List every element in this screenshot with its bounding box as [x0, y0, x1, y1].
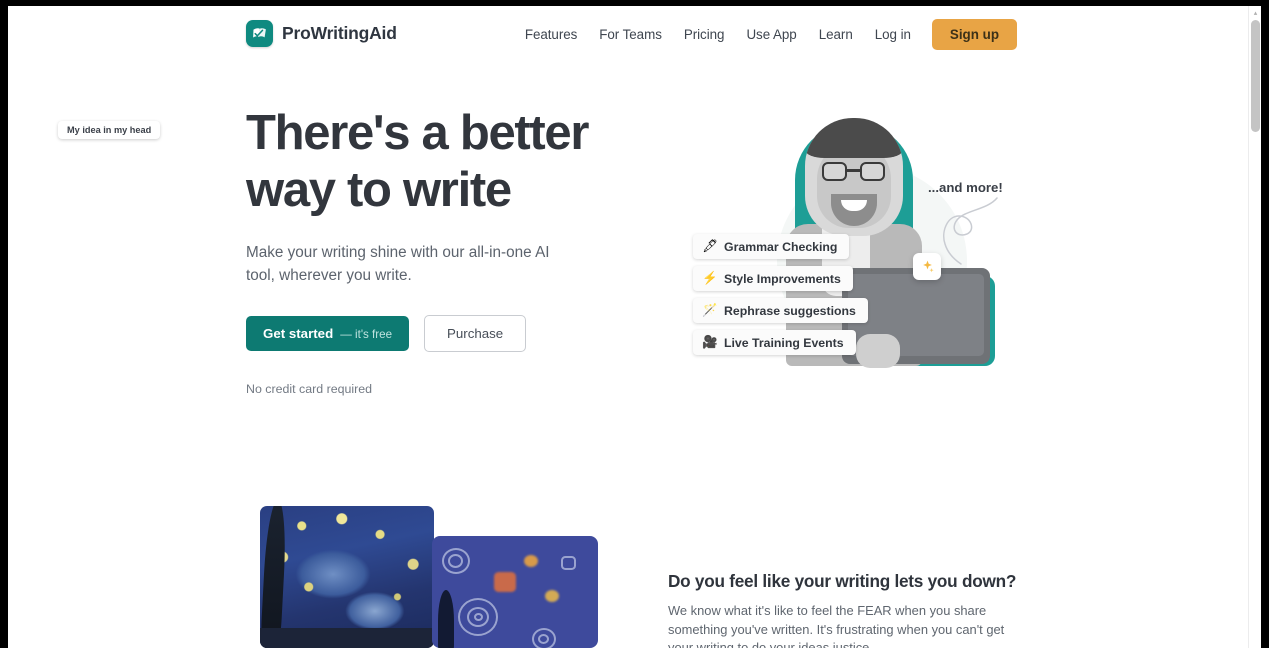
orange-blob [494, 572, 516, 592]
lightning-bolt-icon: ⚡ [702, 271, 718, 285]
chevron-up-icon[interactable]: ▴ [1252, 10, 1259, 17]
scrollbar-thumb[interactable] [1251, 20, 1260, 132]
get-started-button[interactable]: Get started — it's free [246, 316, 410, 351]
cypress-tree [260, 506, 288, 648]
hero-copy: There's a better way to write Make your … [246, 105, 646, 396]
feature-chip-label: Grammar Checking [724, 239, 838, 254]
and-more-label: ...and more! [928, 180, 1003, 195]
village-skyline [260, 628, 434, 648]
feature-chip-grammar-checking[interactable]: 🖋 Grammar Checking [693, 234, 850, 259]
person-head [805, 118, 903, 236]
video-camera-icon: 🎥 [702, 335, 718, 349]
nav-link-pricing[interactable]: Pricing [673, 20, 736, 49]
page-content: ProWritingAid Features For Teams Pricing… [8, 6, 1248, 648]
quill-pen-icon: 🖋 [702, 239, 718, 253]
get-started-label: Get started [263, 326, 334, 341]
hero-subtitle: Make your writing shine with our all-in-… [246, 244, 550, 284]
lower-section-title: Do you feel like your writing lets you d… [668, 571, 1017, 591]
sketch-cypress-tree [438, 590, 454, 648]
book-check-icon [246, 20, 273, 47]
lower-section-copy: Do you feel like your writing lets you d… [668, 571, 1018, 648]
lower-section-body: We know what it's like to feel the FEAR … [668, 603, 1005, 648]
glasses-left-lens [822, 162, 847, 181]
glasses-bridge [847, 169, 860, 172]
hero-title-line-1: There's a better [246, 106, 589, 160]
no-credit-card-note: No credit card required [246, 382, 373, 396]
purchase-button[interactable]: Purchase [424, 315, 527, 352]
feature-chip-rephrase-suggestions[interactable]: 🪄 Rephrase suggestions [693, 298, 868, 323]
site-header: ProWritingAid Features For Teams Pricing… [8, 6, 1248, 63]
sketch-panel-image [432, 536, 598, 648]
feature-chip-list: 🖋 Grammar Checking ⚡ Style Improvements … [693, 234, 868, 362]
sign-up-button[interactable]: Sign up [931, 19, 1017, 50]
spiral-doodle-icon [538, 634, 549, 644]
feature-chip-label: Rephrase suggestions [724, 303, 856, 318]
spiral-doodle-icon [448, 554, 463, 568]
starry-night-image [260, 506, 434, 648]
feature-chip-style-improvements[interactable]: ⚡ Style Improvements [693, 266, 853, 291]
glasses-right-lens [860, 162, 885, 181]
nav-link-features[interactable]: Features [514, 20, 588, 49]
spiral-doodle-icon [474, 613, 483, 621]
magic-wand-icon: 🪄 [702, 303, 718, 317]
feature-chip-live-training-events[interactable]: 🎥 Live Training Events [693, 330, 856, 355]
person-hair [805, 118, 903, 158]
square-doodle-icon [561, 556, 576, 570]
get-started-sublabel: — it's free [340, 328, 393, 341]
yellow-blob [545, 590, 559, 602]
page-scrollbar[interactable]: ▴ [1248, 6, 1261, 648]
hero-cta-group: Get started — it's free Purchase [246, 315, 646, 352]
callout-squiggle-icon [943, 197, 998, 265]
nav-link-log-in[interactable]: Log in [864, 20, 922, 49]
idea-caption: My idea in my head [58, 121, 161, 139]
yellow-blob [524, 555, 538, 567]
browser-viewport: ProWritingAid Features For Teams Pricing… [8, 6, 1261, 648]
main-navigation: Features For Teams Pricing Use App Learn… [514, 19, 1017, 50]
feature-chip-label: Live Training Events [724, 335, 844, 350]
nav-link-use-app[interactable]: Use App [735, 20, 807, 49]
nav-link-for-teams[interactable]: For Teams [588, 20, 673, 49]
hero-illustration: ...and more! 🖋 Grammar Checking ⚡ Style … [670, 106, 1015, 396]
nav-link-learn[interactable]: Learn [808, 20, 864, 49]
hero-title-line-2: way to write [246, 163, 512, 217]
brand-logo[interactable]: ProWritingAid [246, 20, 397, 47]
brand-name: ProWritingAid [282, 23, 397, 43]
feature-chip-label: Style Improvements [724, 271, 841, 286]
page-title: There's a better way to write [246, 105, 646, 219]
